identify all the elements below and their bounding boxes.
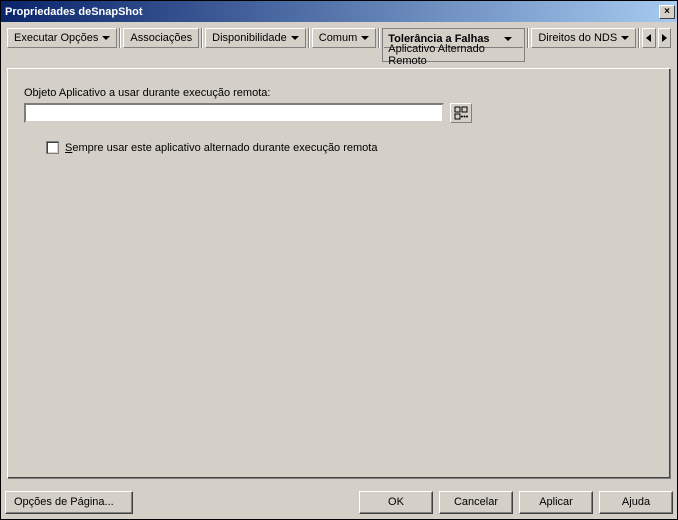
- tab-comum[interactable]: Comum: [312, 28, 377, 48]
- subtab-aplicativo-alternado-remoto[interactable]: Aplicativo Alternado Remoto: [384, 47, 523, 61]
- tab-separator: [201, 28, 203, 48]
- cancel-button[interactable]: Cancelar: [439, 491, 513, 514]
- tab-label: Executar Opções: [14, 32, 98, 44]
- field-object-aplicativo: Objeto Aplicativo a usar durante execuçã…: [24, 87, 654, 123]
- tab-label: Disponibilidade: [212, 32, 287, 44]
- field-label: Objeto Aplicativo a usar durante execuçã…: [24, 87, 654, 99]
- arrow-left-icon: [646, 34, 651, 42]
- ok-button[interactable]: OK: [359, 491, 433, 514]
- help-button[interactable]: Ajuda: [599, 491, 673, 514]
- checkbox-sempre-usar[interactable]: Sempre usar este aplicativo alternado du…: [46, 141, 654, 154]
- chevron-down-icon: [291, 36, 299, 40]
- chevron-down-icon: [102, 36, 110, 40]
- chevron-down-icon: [621, 36, 629, 40]
- browse-object-button[interactable]: [450, 103, 472, 123]
- checkbox-label: Sempre usar este aplicativo alternado du…: [65, 142, 377, 154]
- titlebar: Propriedades deSnapShot ×: [1, 1, 677, 22]
- page-options-button[interactable]: Opções de Página...: [5, 491, 133, 514]
- tab-separator: [638, 28, 640, 48]
- tab-direitos-nds[interactable]: Direitos do NDS: [531, 28, 636, 48]
- tab-separator: [527, 28, 529, 48]
- apply-button[interactable]: Aplicar: [519, 491, 593, 514]
- window-title: Propriedades deSnapShot: [5, 6, 659, 18]
- object-aplicativo-input[interactable]: [24, 103, 444, 123]
- window: Propriedades deSnapShot × Executar Opçõe…: [0, 0, 678, 520]
- tab-separator: [119, 28, 121, 48]
- tab-label: Associações: [130, 32, 192, 44]
- arrow-right-icon: [662, 34, 667, 42]
- tab-associacoes[interactable]: Associações: [123, 28, 199, 48]
- browse-icon: [454, 106, 468, 120]
- scroll-tabs-right-button[interactable]: [658, 28, 671, 48]
- tab-separator: [308, 28, 310, 48]
- field-line: [24, 103, 654, 123]
- tab-tolerancia-falhas[interactable]: Tolerância a Falhas Aplicativo Alternado…: [382, 28, 525, 62]
- tab-strip: Executar Opções Associações Disponibilid…: [7, 28, 671, 64]
- tab-disponibilidade[interactable]: Disponibilidade: [205, 28, 306, 48]
- content-area: Executar Opções Associações Disponibilid…: [1, 22, 677, 485]
- scroll-tabs-left-button[interactable]: [642, 28, 655, 48]
- tab-separator: [378, 28, 380, 48]
- tab-executar-opcoes[interactable]: Executar Opções: [7, 28, 117, 48]
- checkbox-box[interactable]: [46, 141, 59, 154]
- tab-label: Comum: [319, 32, 358, 44]
- tab-label: Direitos do NDS: [538, 32, 617, 44]
- chevron-down-icon: [504, 37, 512, 41]
- tab-panel: Objeto Aplicativo a usar durante execuçã…: [7, 68, 671, 479]
- close-button[interactable]: ×: [659, 5, 675, 19]
- subtab-label: Aplicativo Alternado Remoto: [388, 43, 519, 67]
- button-bar: Opções de Página... OK Cancelar Aplicar …: [1, 485, 677, 519]
- close-icon: ×: [664, 7, 670, 17]
- chevron-down-icon: [361, 36, 369, 40]
